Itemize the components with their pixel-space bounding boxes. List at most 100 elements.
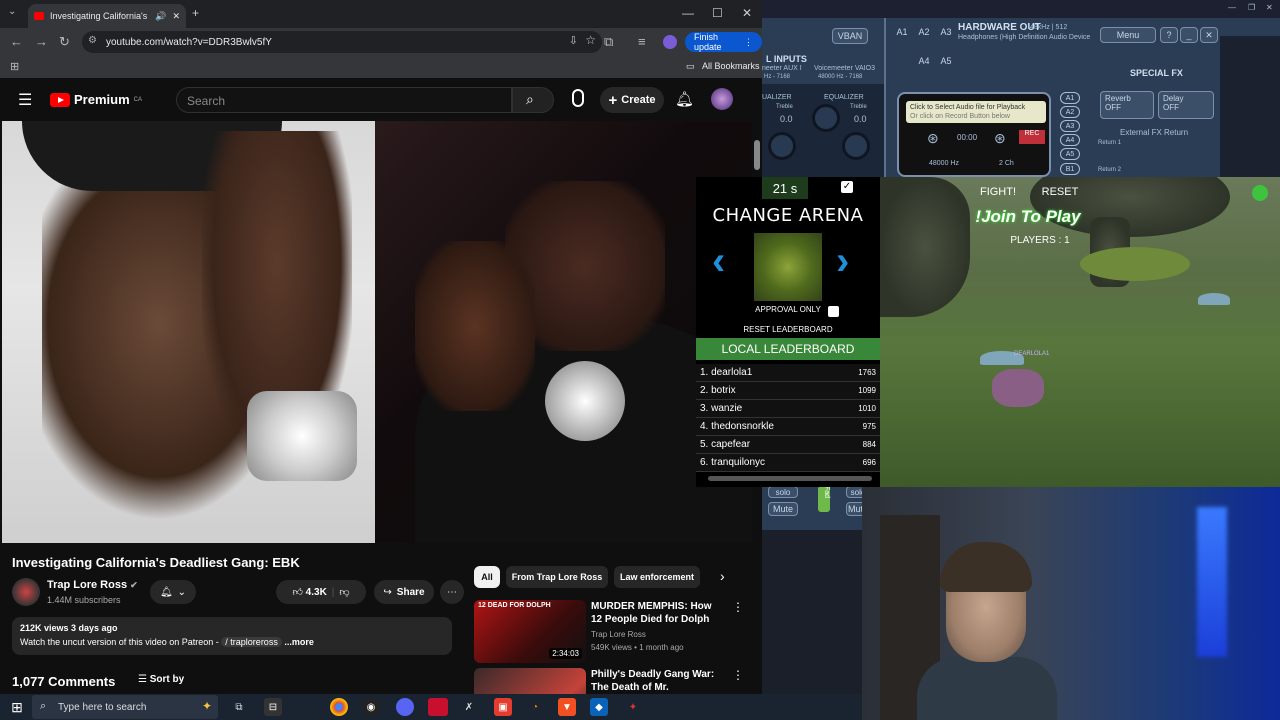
- app-icon[interactable]: ⊟: [264, 698, 282, 716]
- address-bar[interactable]: ⚙ youtube.com/watch?v=DDR3Bwlv5fY ⇩ ☆: [82, 31, 602, 53]
- video-player[interactable]: [2, 121, 752, 543]
- tab-youtube[interactable]: Investigating California's De 🔊 ✕: [28, 4, 186, 28]
- delay-button[interactable]: Delay OFF: [1158, 91, 1214, 119]
- maximize-button[interactable]: ☐: [712, 6, 723, 20]
- description-box[interactable]: 212K views 3 days ago Watch the uncut ve…: [12, 617, 452, 655]
- finish-update-button[interactable]: Finish update ⋮: [685, 32, 762, 52]
- more-vert-icon[interactable]: ⋮: [732, 668, 744, 682]
- arena-checkbox[interactable]: ✓: [841, 181, 853, 193]
- vban-button[interactable]: VBAN: [832, 28, 868, 44]
- reset-button[interactable]: RESET: [1034, 183, 1086, 201]
- leaderboard-scrollbar[interactable]: [708, 476, 872, 481]
- help-button[interactable]: ?: [1160, 27, 1178, 43]
- account-avatar[interactable]: [711, 88, 733, 110]
- like-button[interactable]: 👍︎ 4.3K: [292, 586, 326, 598]
- vm-minimize-icon[interactable]: —: [1228, 3, 1236, 12]
- chip-all[interactable]: All: [474, 566, 500, 588]
- recommendation-thumbnail[interactable]: 12 DEAD FOR DOLPH 2:34:03: [474, 600, 586, 663]
- task-view-icon[interactable]: ⧉: [230, 698, 248, 716]
- more-actions-button[interactable]: ⋯: [440, 580, 464, 604]
- search-input[interactable]: Search: [176, 87, 512, 113]
- menu-button[interactable]: Menu: [1100, 27, 1156, 43]
- new-tab-button[interactable]: +: [192, 6, 199, 20]
- eq-knob[interactable]: [842, 132, 870, 160]
- arena-next-arrow-icon[interactable]: ›: [836, 239, 849, 284]
- app-icon[interactable]: ✗: [460, 698, 478, 716]
- app-icon[interactable]: ▣: [494, 698, 512, 716]
- eq-knob[interactable]: [812, 104, 840, 132]
- reverb-button[interactable]: Reverb OFF: [1100, 91, 1154, 119]
- profile-avatar[interactable]: [663, 35, 677, 49]
- sort-by-button[interactable]: ☰ Sort by: [138, 674, 184, 685]
- search-button[interactable]: ⌕: [512, 87, 554, 113]
- vm-close-icon[interactable]: ✕: [1266, 3, 1273, 12]
- recommendation-title[interactable]: MURDER MEMPHIS: How 12 People Died for D…: [591, 600, 721, 626]
- windows-start-icon[interactable]: ⊞: [8, 698, 26, 716]
- tab-close-icon[interactable]: ✕: [172, 11, 180, 22]
- all-bookmarks-link[interactable]: All Bookmarks: [702, 61, 760, 71]
- youtube-logo[interactable]: Premium CA: [50, 92, 142, 107]
- bus-a4-button[interactable]: A4: [914, 55, 934, 67]
- solo-button[interactable]: solo: [768, 486, 798, 498]
- record-button[interactable]: REC: [1019, 130, 1045, 144]
- taskbar-search-input[interactable]: ⌕ Type here to search ✦: [32, 695, 218, 719]
- bus-b1-button[interactable]: B1: [1060, 163, 1080, 175]
- create-button[interactable]: + Create: [600, 87, 664, 113]
- extensions-icon[interactable]: ⧉: [604, 34, 613, 50]
- bus-a3-button[interactable]: A3: [1060, 120, 1080, 132]
- eq-knob[interactable]: [768, 132, 796, 160]
- reload-button[interactable]: ↻: [59, 34, 70, 50]
- gear-icon[interactable]: [1252, 185, 1268, 201]
- reset-leaderboard-button[interactable]: RESET LEADERBOARD: [696, 325, 880, 334]
- blender-icon[interactable]: ◔: [526, 698, 544, 716]
- hamburger-menu-icon[interactable]: ☰: [18, 90, 32, 110]
- share-button[interactable]: ↪ Share: [374, 580, 434, 604]
- vm-min-button[interactable]: _: [1180, 27, 1198, 43]
- chrome-icon[interactable]: [330, 698, 348, 716]
- close-window-button[interactable]: ✕: [742, 6, 752, 20]
- bus-a2-button[interactable]: A2: [914, 26, 934, 38]
- forward-button[interactable]: →: [35, 34, 48, 49]
- discord-icon[interactable]: [396, 698, 414, 716]
- vscode-icon[interactable]: ◆: [590, 698, 608, 716]
- bookmark-star-icon[interactable]: ☆: [585, 33, 596, 47]
- bus-a3-button[interactable]: A3: [936, 26, 956, 38]
- bus-a1-button[interactable]: A1: [892, 26, 912, 38]
- mic-icon[interactable]: [572, 89, 584, 107]
- patreon-link[interactable]: / traploreross: [221, 637, 282, 647]
- vm-close-button[interactable]: ✕: [1200, 27, 1218, 43]
- app-icon[interactable]: [428, 698, 448, 716]
- bus-a2-button[interactable]: A2: [1060, 106, 1080, 118]
- dislike-button[interactable]: 👎︎: [339, 586, 349, 598]
- recommendation-thumbnail[interactable]: [474, 668, 586, 694]
- obs-icon[interactable]: ◉: [362, 698, 380, 716]
- local-leaderboard-button[interactable]: LOCAL LEADERBOARD: [696, 338, 880, 360]
- notification-dropdown-button[interactable]: 🔔︎ ⌄: [150, 580, 196, 604]
- mute-button[interactable]: Mute: [768, 502, 798, 516]
- apps-grid-icon[interactable]: ⊞: [10, 60, 19, 73]
- arena-prev-arrow-icon[interactable]: ‹: [712, 239, 725, 284]
- rewind-icon[interactable]: ⊛: [927, 130, 939, 147]
- recorder-display[interactable]: Click to Select Audio file for Playback …: [906, 101, 1046, 123]
- recommendation-item[interactable]: Philly's Deadly Gang War: The Death of M…: [474, 668, 744, 694]
- approval-only-checkbox[interactable]: [828, 306, 839, 317]
- site-info-icon[interactable]: ⚙: [88, 35, 97, 46]
- channel-avatar[interactable]: [12, 578, 40, 606]
- bus-a5-button[interactable]: A5: [936, 55, 956, 67]
- forward-icon[interactable]: ⊛: [994, 130, 1006, 147]
- more-vert-icon[interactable]: ⋮: [732, 600, 744, 614]
- page-scrollbar[interactable]: [754, 140, 760, 170]
- media-control-icon[interactable]: ≡: [638, 34, 646, 49]
- recommendation-item[interactable]: 12 DEAD FOR DOLPH 2:34:03 MURDER MEMPHIS…: [474, 600, 744, 664]
- hardware-out-device[interactable]: Headphones (High Definition Audio Device: [958, 34, 1090, 41]
- chip-law-enforcement[interactable]: Law enforcement: [614, 566, 700, 588]
- brave-icon[interactable]: ▼: [558, 698, 576, 716]
- back-button[interactable]: ←: [10, 34, 23, 49]
- bus-a4-button[interactable]: A4: [1060, 134, 1080, 146]
- fight-button[interactable]: FIGHT!: [970, 183, 1026, 201]
- more-link[interactable]: ...more: [284, 637, 314, 647]
- vm-maximize-icon[interactable]: ❐: [1248, 3, 1255, 12]
- notifications-bell-icon[interactable]: 🔔︎: [675, 90, 694, 108]
- chevron-right-icon[interactable]: ›: [720, 568, 725, 584]
- minimize-button[interactable]: —: [682, 6, 694, 20]
